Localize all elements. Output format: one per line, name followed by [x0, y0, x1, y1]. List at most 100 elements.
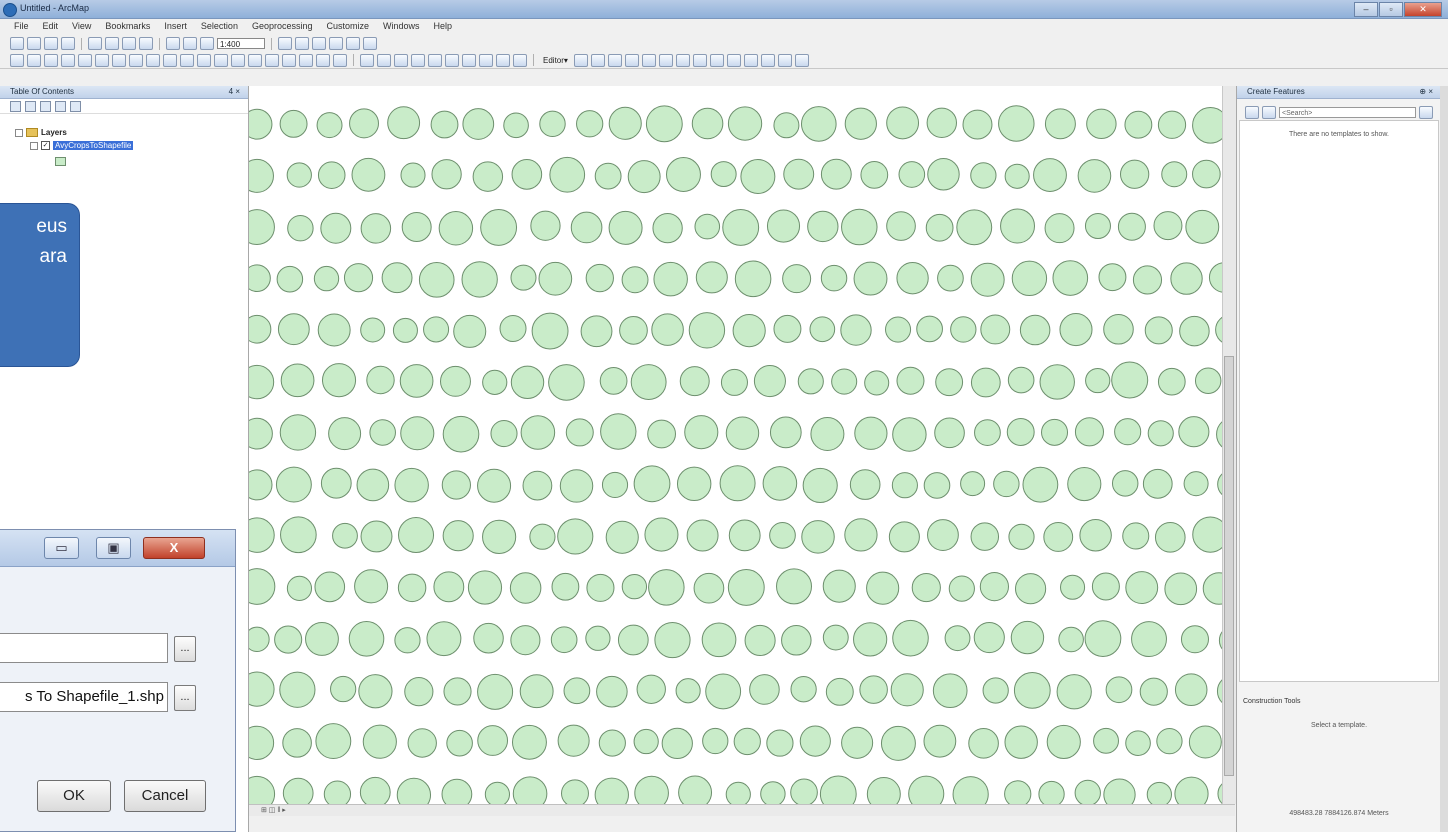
dialog-maximize-button[interactable]: ▣ [96, 537, 131, 559]
crop-feature-circle[interactable] [1004, 163, 1030, 189]
crop-feature-circle[interactable] [279, 109, 308, 138]
crop-feature-circle[interactable] [822, 569, 856, 603]
crop-feature-circle[interactable] [654, 621, 691, 659]
crop-feature-circle[interactable] [249, 264, 271, 293]
crop-feature-circle[interactable] [634, 775, 669, 804]
crop-feature-circle[interactable] [1131, 621, 1167, 658]
crop-feature-circle[interactable] [1157, 110, 1187, 139]
crop-feature-circle[interactable] [443, 677, 472, 706]
crop-feature-circle[interactable] [896, 366, 925, 395]
crop-feature-circle[interactable] [601, 471, 629, 498]
graph-icon[interactable] [462, 53, 476, 67]
crop-feature-circle[interactable] [280, 516, 317, 554]
crop-feature-circle[interactable] [719, 465, 756, 502]
trace-tool-icon[interactable] [641, 53, 656, 67]
crop-feature-circle[interactable] [576, 110, 604, 138]
crop-feature-circle[interactable] [599, 367, 628, 395]
crop-feature-circle[interactable] [249, 517, 275, 553]
crop-feature-circle[interactable] [952, 776, 989, 804]
crop-feature-circle[interactable] [441, 778, 473, 804]
crop-feature-circle[interactable] [343, 263, 374, 293]
rotate-icon[interactable] [743, 53, 758, 67]
menu-help[interactable]: Help [434, 19, 453, 34]
crop-feature-circle[interactable] [359, 776, 391, 804]
crop-feature-circle[interactable] [801, 520, 835, 554]
crop-feature-circle[interactable] [841, 208, 878, 246]
straight-segment-icon[interactable] [607, 53, 622, 67]
crop-feature-circle[interactable] [585, 625, 611, 651]
crop-feature-circle[interactable] [800, 106, 837, 142]
edit-tool-icon[interactable] [573, 53, 588, 67]
crop-feature-circle[interactable] [998, 105, 1035, 142]
copy-icon[interactable] [105, 37, 119, 50]
crop-feature-circle[interactable] [1161, 161, 1188, 188]
crop-feature-circle[interactable] [621, 266, 649, 294]
crop-feature-circle[interactable] [1091, 572, 1120, 601]
crop-feature-circle[interactable] [510, 264, 537, 291]
crop-feature-circle[interactable] [1077, 159, 1112, 193]
crop-feature-circle[interactable] [594, 162, 622, 190]
crop-feature-circle[interactable] [1111, 470, 1139, 497]
crop-feature-circle[interactable] [358, 674, 393, 709]
crop-feature-circle[interactable] [398, 516, 435, 554]
crop-feature-circle[interactable] [461, 261, 498, 298]
crop-feature-circle[interactable] [840, 314, 872, 346]
crop-feature-circle[interactable] [482, 519, 517, 554]
crop-feature-circle[interactable] [305, 622, 339, 656]
crop-feature-circle[interactable] [1125, 730, 1151, 756]
feature-canvas[interactable] [249, 86, 1235, 804]
crop-feature-circle[interactable] [908, 775, 945, 804]
crop-feature-circle[interactable] [249, 108, 273, 140]
crop-feature-circle[interactable] [841, 726, 874, 759]
crop-feature-circle[interactable] [734, 260, 772, 298]
crop-feature-circle[interactable] [1046, 724, 1081, 760]
crop-feature-circle[interactable] [446, 729, 473, 757]
crop-feature-circle[interactable] [484, 781, 511, 804]
crop-feature-circle[interactable] [438, 211, 474, 246]
crop-feature-circle[interactable] [797, 368, 824, 395]
crop-feature-circle[interactable] [956, 209, 993, 246]
crop-feature-circle[interactable] [608, 106, 642, 140]
crop-feature-circle[interactable] [423, 316, 450, 343]
crop-feature-circle[interactable] [313, 265, 340, 292]
crop-feature-circle[interactable] [557, 724, 590, 757]
crop-feature-circle[interactable] [679, 366, 710, 397]
crop-feature-circle[interactable] [705, 673, 742, 710]
crop-feature-circle[interactable] [286, 575, 313, 601]
undo-icon[interactable] [166, 37, 180, 50]
crop-feature-circle[interactable] [892, 619, 929, 657]
pan-icon[interactable] [44, 53, 58, 67]
crop-feature-circle[interactable] [1180, 625, 1209, 654]
crop-feature-circle[interactable] [853, 261, 888, 296]
crop-feature-circle[interactable] [277, 313, 310, 346]
scrollbar-thumb[interactable] [1224, 356, 1234, 776]
crop-feature-circle[interactable] [1124, 110, 1153, 139]
crop-feature-circle[interactable] [287, 214, 314, 242]
crop-feature-circle[interactable] [935, 368, 964, 397]
crop-feature-circle[interactable] [1086, 108, 1117, 140]
crop-feature-circle[interactable] [890, 673, 924, 707]
crop-feature-circle[interactable] [974, 419, 1001, 446]
crop-feature-circle[interactable] [477, 725, 509, 756]
toc-layer-item[interactable]: ✓ AvyCropsToShapefile [30, 141, 134, 150]
trace-icon[interactable] [377, 53, 391, 67]
crop-feature-circle[interactable] [1004, 725, 1038, 759]
crop-feature-circle[interactable] [1147, 420, 1174, 447]
crop-feature-circle[interactable] [621, 573, 648, 600]
crop-feature-circle[interactable] [539, 110, 566, 138]
menu-selection[interactable]: Selection [201, 19, 238, 34]
crop-feature-circle[interactable] [661, 727, 693, 760]
crop-feature-circle[interactable] [360, 213, 392, 244]
crop-feature-circle[interactable] [1132, 265, 1163, 295]
crop-feature-circle[interactable] [249, 469, 273, 501]
crop-feature-circle[interactable] [418, 262, 455, 298]
crop-feature-circle[interactable] [1058, 626, 1084, 653]
crop-feature-circle[interactable] [453, 314, 487, 348]
find-route-icon[interactable] [282, 53, 296, 67]
crop-feature-circle[interactable] [849, 469, 881, 500]
crop-feature-circle[interactable] [559, 469, 594, 503]
time-slider-icon[interactable] [316, 53, 330, 67]
crop-feature-circle[interactable] [728, 519, 761, 552]
crop-feature-circle[interactable] [968, 728, 999, 759]
crop-feature-circle[interactable] [886, 106, 920, 140]
